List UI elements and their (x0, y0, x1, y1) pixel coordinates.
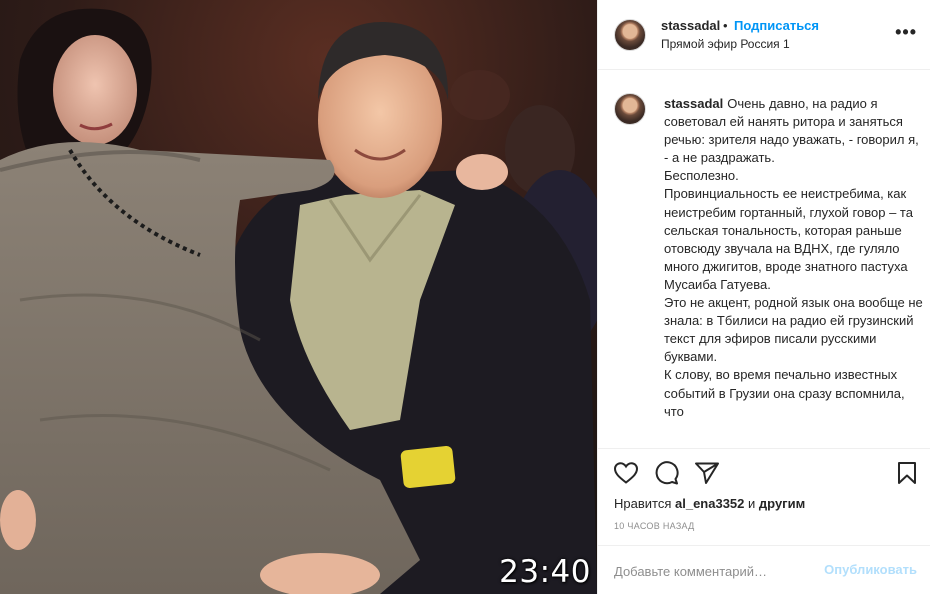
caption-username[interactable]: stassadal (664, 96, 723, 111)
separator-dot: • (723, 18, 728, 33)
caption-line-2: Бесполезно. (664, 168, 739, 184)
liked-by-others[interactable]: другим (759, 496, 805, 511)
heart-icon[interactable] (613, 461, 639, 490)
comment-input[interactable] (614, 562, 804, 580)
post-details-panel: stassadal • Подписаться Прямой эфир Росс… (597, 0, 930, 594)
likes-summary: Нравится al_ena3352 и другим (614, 496, 805, 511)
liked-by-user[interactable]: al_ena3352 (675, 496, 744, 511)
video-timestamp: 23:40 (499, 554, 591, 590)
caption-scroll[interactable]: stassadal Очень давно, на радио я советов… (598, 71, 930, 448)
publish-button[interactable]: Опубликовать (824, 562, 917, 577)
caption-avatar[interactable] (614, 93, 646, 125)
post-time-ago[interactable]: 10 ЧАСОВ НАЗАД (614, 521, 695, 531)
post-actions: Нравится al_ena3352 и другим 10 ЧАСОВ НА… (598, 448, 930, 594)
caption-line-5: К слову, во время печально известных соб… (664, 367, 905, 419)
caption-line-4: Это не акцент, родной язык она вообще не… (664, 295, 923, 365)
post-location[interactable]: Прямой эфир Россия 1 (661, 37, 790, 51)
post-header: stassadal • Подписаться Прямой эфир Росс… (598, 0, 930, 70)
likes-conjunction: и (748, 496, 756, 511)
send-icon[interactable] (694, 461, 720, 490)
likes-prefix: Нравится (614, 496, 672, 511)
post-photo[interactable]: 23:40 (0, 0, 597, 594)
photo-image (0, 0, 597, 594)
post-caption: stassadal Очень давно, на радио я советов… (664, 95, 924, 421)
follow-button[interactable]: Подписаться (734, 18, 819, 33)
comment-icon[interactable] (654, 461, 680, 490)
more-horizontal-icon[interactable]: ••• (895, 22, 917, 43)
author-username[interactable]: stassadal (661, 18, 720, 33)
bookmark-icon[interactable] (895, 461, 919, 490)
comment-bar: Опубликовать (598, 545, 930, 594)
caption-line-3: Провинциальность ее неистребима, как неи… (664, 186, 913, 292)
avatar[interactable] (614, 19, 646, 51)
